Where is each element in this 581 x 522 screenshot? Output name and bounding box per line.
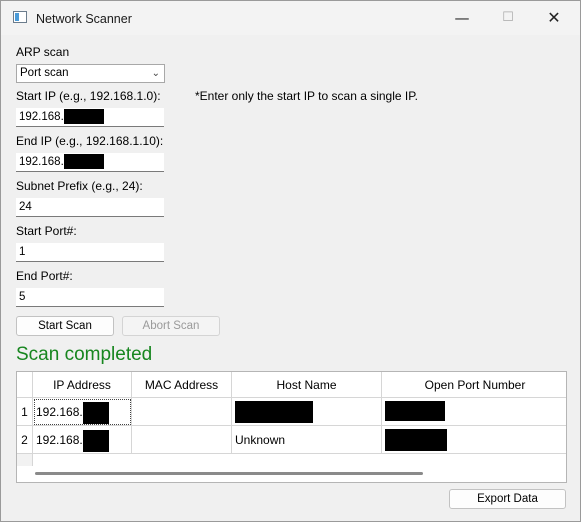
table-cell-ports[interactable] <box>382 426 566 454</box>
window-title: Network Scanner <box>36 12 132 26</box>
horizontal-scrollbar[interactable] <box>17 466 566 482</box>
app-window-icon <box>13 11 27 23</box>
start-ip-label: Start IP (e.g., 192.168.1.0): <box>16 89 161 103</box>
export-data-button[interactable]: Export Data <box>449 489 566 509</box>
scan-type-dropdown[interactable]: Port scan ⌄ <box>16 64 165 83</box>
table-cell-mac[interactable] <box>132 426 232 454</box>
redacted-block <box>385 429 447 451</box>
redacted-block <box>63 154 104 170</box>
table-cell-ip[interactable]: 192.168. <box>33 398 132 426</box>
title-bar[interactable]: Network Scanner — ☐ ✕ <box>1 1 580 35</box>
column-header-ports[interactable]: Open Port Number <box>382 372 566 398</box>
row-number[interactable]: 2 <box>17 426 33 454</box>
column-header-ip[interactable]: IP Address <box>33 372 132 398</box>
column-header-host[interactable]: Host Name <box>232 372 382 398</box>
row-number[interactable]: 1 <box>17 398 33 426</box>
app-window: Network Scanner — ☐ ✕ ARP scan Port scan… <box>0 0 581 522</box>
ip-text: 192.168. <box>36 433 83 447</box>
end-ip-input[interactable]: 192.168. <box>16 153 164 172</box>
end-port-input[interactable] <box>16 288 164 307</box>
results-table[interactable]: IP Address MAC Address Host Name Open Po… <box>16 371 567 483</box>
start-ip-value: 192.168. <box>19 111 64 123</box>
start-port-input[interactable] <box>16 243 164 262</box>
abort-scan-button[interactable]: Abort Scan <box>122 316 220 336</box>
scrollbar-thumb[interactable] <box>35 472 423 475</box>
chevron-down-icon: ⌄ <box>151 68 160 79</box>
table-corner[interactable] <box>17 372 33 398</box>
scan-type-label: ARP scan <box>16 45 70 59</box>
minimize-icon[interactable]: — <box>439 1 485 35</box>
redacted-block <box>82 401 109 424</box>
redacted-block <box>63 109 104 125</box>
scan-type-value: Port scan <box>20 67 69 79</box>
maximize-icon[interactable]: ☐ <box>485 1 531 35</box>
subnet-input[interactable] <box>16 198 164 217</box>
start-port-label: Start Port#: <box>16 224 77 238</box>
redacted-block <box>235 401 313 423</box>
row-header-filler <box>17 454 33 466</box>
subnet-label: Subnet Prefix (e.g., 24): <box>16 179 143 193</box>
redacted-block <box>385 401 445 421</box>
table-cell-host[interactable] <box>232 398 382 426</box>
column-header-mac[interactable]: MAC Address <box>132 372 232 398</box>
status-message: Scan completed <box>16 344 153 365</box>
close-icon[interactable]: ✕ <box>531 1 577 35</box>
table-cell-mac[interactable] <box>132 398 232 426</box>
redacted-block <box>82 429 109 452</box>
start-ip-input[interactable]: 192.168. <box>16 108 164 127</box>
end-ip-value: 192.168. <box>19 156 64 168</box>
start-ip-hint: *Enter only the start IP to scan a singl… <box>195 89 419 103</box>
end-ip-label: End IP (e.g., 192.168.1.10): <box>16 134 164 148</box>
ip-text: 192.168. <box>36 405 83 419</box>
table-cell-host[interactable]: Unknown <box>232 426 382 454</box>
table-header: IP Address MAC Address Host Name Open Po… <box>17 372 566 398</box>
end-port-label: End Port#: <box>16 269 73 283</box>
start-scan-button[interactable]: Start Scan <box>16 316 114 336</box>
table-cell-ports[interactable] <box>382 398 566 426</box>
table-cell-ip[interactable]: 192.168. <box>33 426 132 454</box>
